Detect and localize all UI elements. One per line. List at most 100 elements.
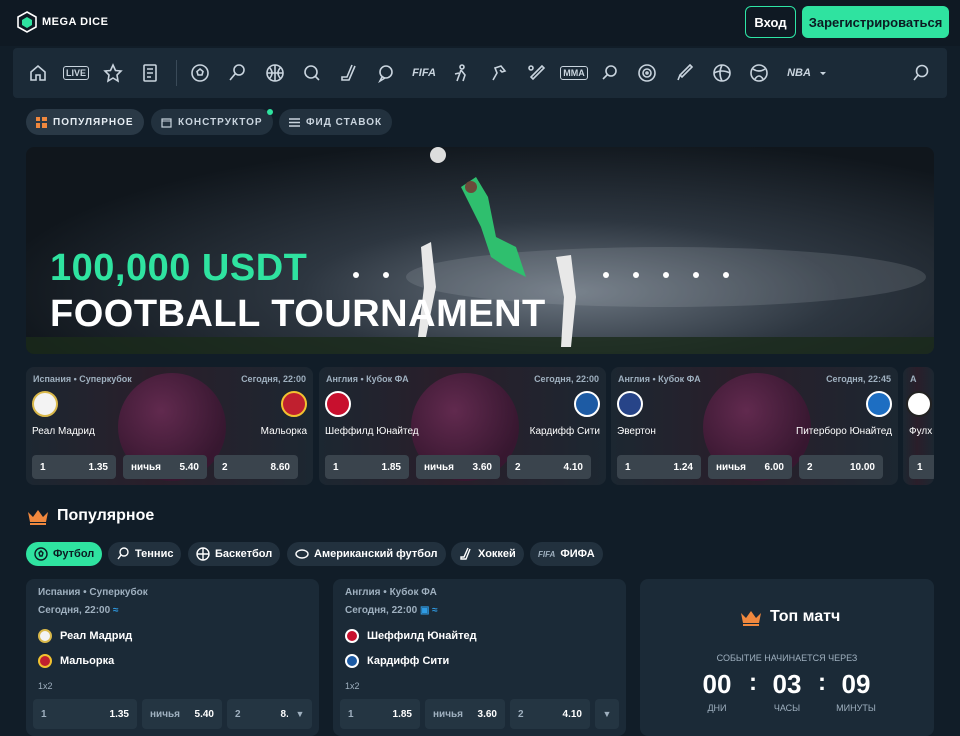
hockey-icon (460, 547, 471, 560)
team-home: Шеффилд Юнайтед (325, 426, 419, 437)
logo-text: MEGA DICE (42, 16, 109, 28)
countdown-separator: : (749, 669, 757, 696)
countdown-hours: 03 (772, 669, 802, 699)
odd-home-button[interactable]: 1 1.85 (325, 455, 409, 479)
tab-popular[interactable]: ПОПУЛЯРНОЕ (26, 109, 144, 135)
cricket-icon[interactable] (673, 61, 697, 85)
horse-racing-icon[interactable] (487, 61, 511, 85)
team-home: Эвертон (617, 426, 656, 437)
odd-away-button[interactable]: 2 4.10 (510, 699, 590, 729)
market-label: 1х2 (345, 681, 360, 691)
live-stream-icon: ≈ (112, 605, 119, 616)
countdown-hours-label: ЧАСЫ (773, 703, 801, 713)
odd-draw-button[interactable]: ничья 5.40 (123, 455, 207, 479)
sport-american-football[interactable]: Американский футбол (287, 542, 446, 566)
market-label: 1х2 (38, 681, 53, 691)
team-away: Кардифф Сити (345, 654, 449, 668)
table-tennis-icon[interactable] (598, 61, 622, 85)
more-markets-button[interactable]: ▼ (595, 699, 619, 729)
top-match-panel: Топ матч СОБЫТИЕ НАЧИНАЕТСЯ ЧЕРЕЗ 00 : 0… (640, 579, 934, 736)
logo-icon (17, 11, 37, 33)
soccer-icon[interactable] (188, 61, 212, 85)
tennis-icon[interactable] (225, 61, 249, 85)
handball-icon[interactable] (747, 61, 771, 85)
match-card-partial[interactable]: А Фулх 1 (903, 367, 934, 485)
match-card[interactable]: Испания • Суперкубок Сегодня, 22:00 Реал… (26, 367, 313, 485)
odd-home-button[interactable]: 1 1.35 (32, 455, 116, 479)
sheffield-crest-icon (345, 629, 359, 643)
divider (176, 60, 177, 86)
top-bar: MEGA DICE Вход Зарегистрироваться (0, 0, 960, 46)
match-time: Сегодня, 22:00 ≈ (38, 605, 119, 616)
odd-home-button[interactable]: 1 (909, 455, 934, 479)
soccer-icon (34, 547, 48, 561)
nba2k-icon[interactable]: NBA (785, 61, 813, 85)
live-icon[interactable]: LIVE (63, 61, 90, 85)
fifa-icon: FIFA (538, 549, 556, 559)
tab-bet-feed[interactable]: ФИД СТАВОК (279, 109, 393, 135)
coupon-icon[interactable] (138, 61, 162, 85)
popular-title: Популярное (57, 507, 155, 524)
odd-home-button[interactable]: 1 1.24 (617, 455, 701, 479)
grid-icon (36, 116, 47, 128)
chat-icon[interactable] (374, 61, 398, 85)
calendar-icon (161, 117, 172, 128)
darts-icon[interactable] (635, 61, 659, 85)
list-icon (289, 117, 300, 127)
register-button[interactable]: Зарегистрироваться (802, 6, 949, 38)
odd-away-button[interactable]: 28.60 (214, 455, 298, 479)
volleyball-icon[interactable] (710, 61, 734, 85)
sport-hockey[interactable]: Хоккей (451, 542, 524, 566)
match-league: Англия • Кубок ФА (618, 374, 701, 384)
notification-dot (267, 109, 273, 115)
odd-draw-button[interactable]: ничья 5.40 (142, 699, 222, 729)
odd-draw-button[interactable]: ничья 3.60 (416, 455, 500, 479)
sport-tennis[interactable]: Теннис (108, 542, 182, 566)
odd-draw-button[interactable]: ничья 3.60 (425, 699, 505, 729)
logo[interactable]: MEGA DICE (16, 11, 108, 33)
american-football-icon (295, 549, 309, 559)
match-league: А (910, 374, 917, 384)
popular-match-panel[interactable]: Испания • Суперкубок Сегодня, 22:00 ≈ Ре… (26, 579, 319, 736)
top-match-title: Топ матч (770, 608, 841, 625)
odd-home-button[interactable]: 1 1.35 (33, 699, 137, 729)
sport-football[interactable]: Футбол (26, 542, 103, 566)
countdown-minutes-label: МИНУТЫ (836, 703, 876, 713)
odd-away-button[interactable]: 2 10.00 (799, 455, 883, 479)
odd-draw-button[interactable]: ничья 6.00 (708, 455, 792, 479)
team-home: Реал Мадрид (38, 629, 132, 643)
promo-banner[interactable]: 100,000 USDT FOOTBALL TOURNAMENT (26, 147, 934, 354)
real-madrid-crest-icon (32, 391, 58, 417)
hockey-icon[interactable] (337, 61, 361, 85)
match-card[interactable]: Англия • Кубок ФА Сегодня, 22:00 Шеффилд… (319, 367, 606, 485)
sport-fifa[interactable]: FIFA ФИФА (530, 542, 603, 566)
fifa-icon[interactable]: FIFA (411, 61, 437, 85)
golf-icon[interactable] (300, 61, 324, 85)
login-button[interactable]: Вход (745, 6, 796, 38)
search-icon[interactable] (909, 61, 933, 85)
match-card[interactable]: Англия • Кубок ФА Сегодня, 22:45 Эвертон… (611, 367, 898, 485)
team-away: Питерборо Юнайтед (796, 426, 892, 437)
tab-constructor[interactable]: КОНСТРУКТОР (151, 109, 273, 135)
sport-basketball[interactable]: Баскетбол (188, 542, 281, 566)
real-madrid-crest-icon (38, 629, 52, 643)
basketball-icon[interactable] (263, 61, 287, 85)
countdown-days: 00 (702, 669, 732, 699)
banner-headline: 100,000 USDT (50, 247, 308, 289)
team-home: Реал Мадрид (32, 426, 95, 437)
star-icon[interactable] (101, 61, 125, 85)
team-home: Шеффилд Юнайтед (345, 629, 477, 643)
popular-match-panel[interactable]: Англия • Кубок ФА Сегодня, 22:00 ▣ ≈ Шеф… (333, 579, 626, 736)
more-icon[interactable] (813, 61, 833, 85)
sports-category-bar: LIVE FIFA MMA NBA (13, 48, 947, 98)
more-markets-button[interactable]: ▼ (288, 699, 312, 729)
match-league: Англия • Кубок ФА (326, 374, 409, 384)
odd-away-button[interactable]: 2 4.10 (507, 455, 591, 479)
odd-home-button[interactable]: 1 1.85 (340, 699, 420, 729)
countdown-caption: СОБЫТИЕ НАЧИНАЕТСЯ ЧЕРЕЗ (716, 653, 858, 663)
esports-shooter-icon[interactable] (449, 61, 473, 85)
baseball-icon[interactable] (524, 61, 548, 85)
mma-icon[interactable]: MMA (560, 61, 588, 85)
sheffield-crest-icon (325, 391, 351, 417)
home-icon[interactable] (26, 61, 50, 85)
